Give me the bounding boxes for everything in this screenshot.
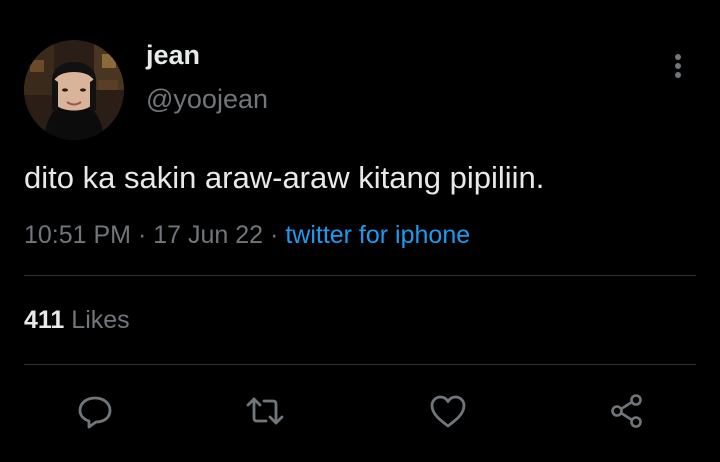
- retweet-button[interactable]: [245, 391, 285, 431]
- more-vertical-icon[interactable]: [664, 50, 692, 82]
- divider: [24, 364, 696, 365]
- tweet-date[interactable]: 17 Jun 22: [153, 221, 263, 249]
- tweet-text: dito ka sakin araw-araw kitang pipiliin.: [24, 160, 545, 195]
- heart-icon: [430, 395, 466, 428]
- avatar[interactable]: [24, 40, 124, 140]
- share-button[interactable]: [607, 391, 647, 431]
- display-name[interactable]: jean: [146, 40, 200, 71]
- avatar-image: [24, 40, 124, 140]
- user-handle[interactable]: @yoojean: [146, 84, 268, 115]
- divider: [24, 275, 696, 276]
- reply-icon: [78, 396, 112, 429]
- likes-count: 411: [24, 306, 65, 334]
- retweet-icon: [246, 397, 284, 425]
- tweet-actions: [0, 385, 720, 435]
- likes-label: Likes: [71, 306, 130, 334]
- share-icon: [611, 394, 642, 428]
- likes-stat[interactable]: 411 Likes: [24, 306, 130, 335]
- tweet-source-link[interactable]: twitter for iphone: [285, 221, 470, 249]
- meta-separator: ·: [137, 221, 147, 249]
- like-button[interactable]: [428, 391, 468, 431]
- tweet-time[interactable]: 10:51 PM: [24, 221, 131, 249]
- reply-button[interactable]: [75, 391, 115, 431]
- meta-separator: ·: [270, 221, 279, 249]
- tweet-meta: 10:51 PM · 17 Jun 22 · twitter for iphon…: [24, 221, 470, 250]
